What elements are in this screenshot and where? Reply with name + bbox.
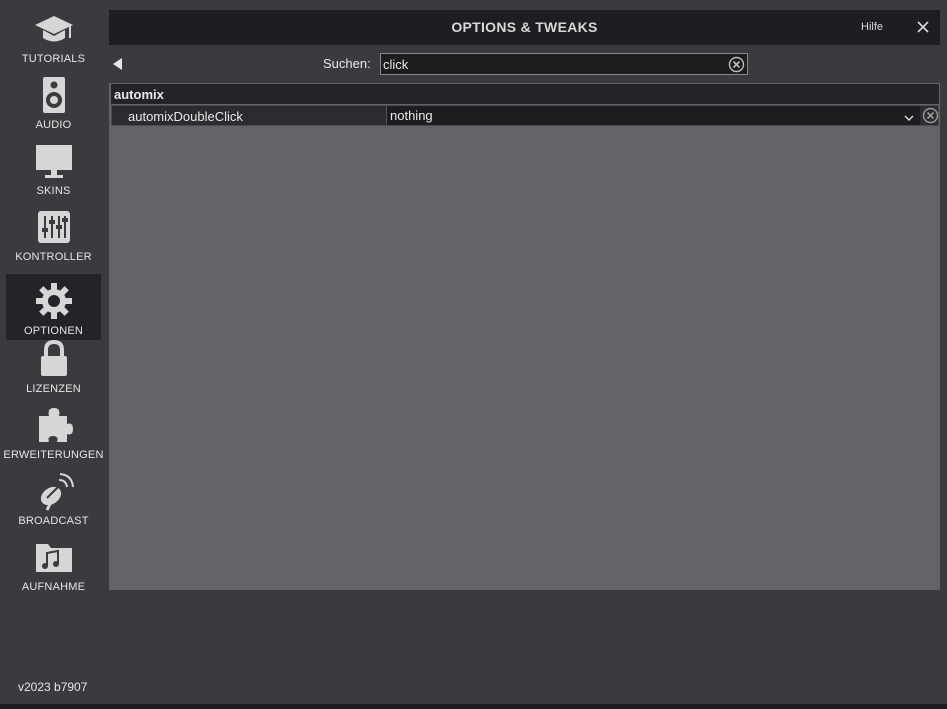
- search-input[interactable]: [383, 55, 713, 73]
- option-name: automixDoubleClick: [128, 109, 243, 124]
- speaker-icon: [33, 74, 75, 116]
- clear-circle-icon: [728, 56, 745, 73]
- sidebar-item-aufnahme[interactable]: AUFNAHME: [6, 530, 101, 596]
- app-window: TUTORIALS AUDIO SKINS KONTROLLER OPTIONE…: [0, 0, 947, 709]
- sidebar-item-tutorials[interactable]: TUTORIALS: [6, 2, 101, 68]
- search-label: Suchen:: [323, 56, 371, 71]
- option-value-text: nothing: [390, 108, 433, 123]
- bottom-strip: [0, 704, 947, 709]
- version-label: v2023 b7907: [18, 680, 88, 694]
- puzzle-icon: [33, 404, 75, 446]
- option-reset-button[interactable]: [922, 107, 939, 124]
- sidebar-item-lizenzen[interactable]: LIZENZEN: [6, 332, 101, 398]
- lock-icon: [33, 338, 75, 380]
- panel-title: OPTIONS & TWEAKS: [451, 19, 598, 35]
- gear-icon: [33, 280, 75, 322]
- sidebar: TUTORIALS AUDIO SKINS KONTROLLER OPTIONE…: [0, 0, 104, 704]
- panel-titlebar: OPTIONS & TWEAKS Hilfe: [109, 10, 940, 45]
- sidebar-item-label: AUDIO: [35, 119, 72, 131]
- close-button[interactable]: [915, 19, 931, 35]
- sidebar-item-broadcast[interactable]: BROADCAST: [6, 464, 101, 530]
- option-row: automixDoubleClick nothing: [111, 105, 939, 126]
- sidebar-item-label: ERWEITERUNGEN: [3, 449, 104, 461]
- option-value-dropdown[interactable]: nothing: [386, 106, 920, 125]
- sidebar-item-label: AUFNAHME: [21, 581, 86, 593]
- reset-circle-icon: [922, 107, 939, 124]
- close-icon: [917, 21, 929, 33]
- broadcast-icon: [33, 470, 75, 512]
- sidebar-item-erweiterungen[interactable]: ERWEITERUNGEN: [3, 398, 104, 464]
- monitor-icon: [33, 140, 75, 182]
- graduation-cap-icon: [33, 8, 75, 50]
- music-folder-icon: [33, 536, 75, 578]
- sidebar-item-label: TUTORIALS: [21, 53, 86, 65]
- option-group-title: automix: [114, 87, 164, 102]
- chevron-down-icon: [904, 110, 914, 122]
- sidebar-item-label: KONTROLLER: [15, 251, 92, 263]
- options-panel: OPTIONS & TWEAKS Hilfe Suchen: click aut…: [109, 10, 940, 590]
- sidebar-item-audio[interactable]: AUDIO: [6, 68, 101, 134]
- mixer-sliders-icon: [33, 206, 75, 248]
- sidebar-item-skins[interactable]: SKINS: [6, 134, 101, 200]
- back-button[interactable]: [112, 57, 124, 71]
- option-group-header: automix: [111, 84, 939, 104]
- sidebar-item-label: LIZENZEN: [26, 383, 81, 395]
- sidebar-item-label: BROADCAST: [18, 515, 89, 527]
- sidebar-item-label: SKINS: [36, 185, 71, 197]
- sidebar-item-kontroller[interactable]: KONTROLLER: [6, 200, 101, 266]
- sidebar-item-optionen[interactable]: OPTIONEN: [6, 274, 101, 340]
- search-bar: Suchen:: [109, 45, 940, 83]
- back-arrow-icon: [113, 58, 122, 70]
- search-clear-button[interactable]: [728, 56, 745, 73]
- search-box: [380, 53, 748, 75]
- help-button[interactable]: Hilfe: [861, 10, 883, 45]
